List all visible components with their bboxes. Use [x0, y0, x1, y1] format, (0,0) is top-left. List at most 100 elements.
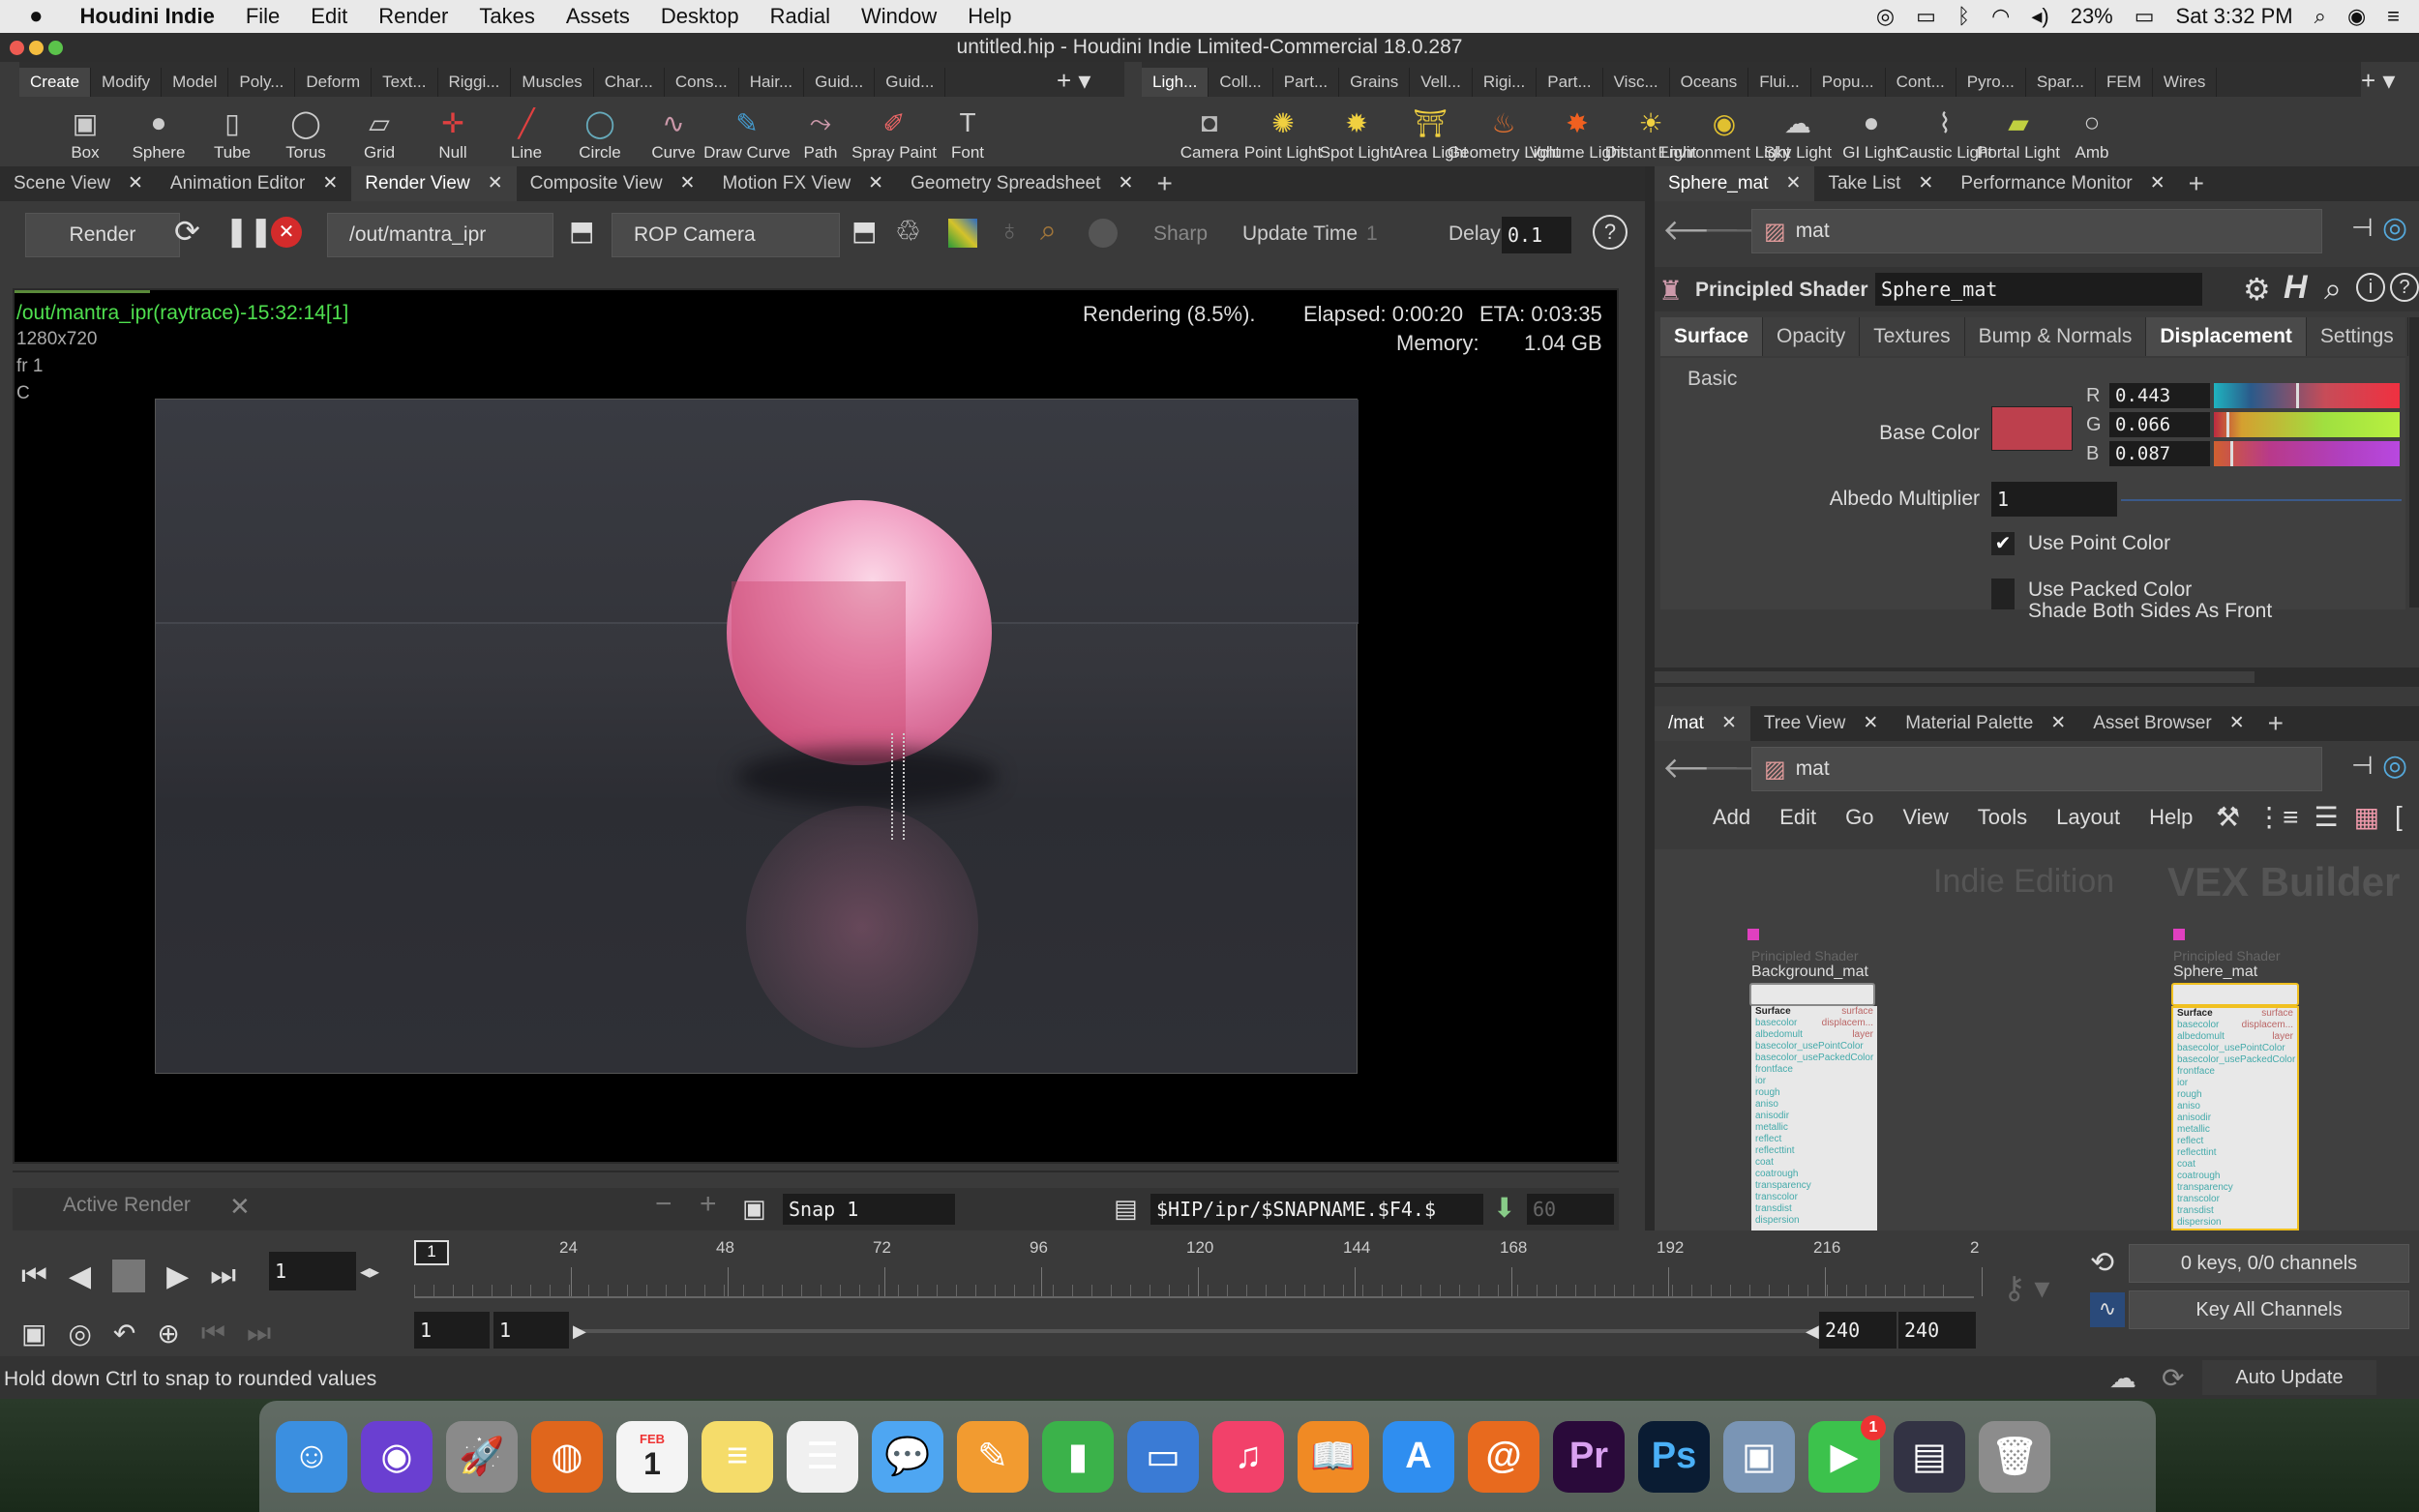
global-anim-icon[interactable]: ⊕	[157, 1318, 179, 1349]
pin-icon[interactable]: ⊣	[2351, 213, 2374, 243]
apple-icon[interactable]: ●	[0, 3, 59, 30]
tool-draw-curve[interactable]: ✎ Draw Curve	[703, 97, 791, 168]
add-tab-icon[interactable]: +	[2179, 168, 2214, 199]
keys-status[interactable]: 0 keys, 0/0 channels	[2129, 1244, 2409, 1283]
stop-icon[interactable]	[112, 1260, 146, 1292]
node-input-port[interactable]: anisodir	[1751, 1111, 1877, 1122]
base-color-swatch[interactable]	[1991, 406, 2073, 451]
network-menu-item[interactable]: Help	[2149, 805, 2193, 830]
pane-tab[interactable]: Scene View ✕	[0, 166, 157, 201]
add-shelf-right-icon[interactable]: + ▾	[2361, 66, 2395, 96]
dock-music-icon[interactable]: ♫	[1212, 1420, 1284, 1493]
pause-icon[interactable]: ❚❚	[224, 215, 273, 249]
albedo-field[interactable]: 1	[1991, 482, 2117, 517]
tool-circle[interactable]: ◯ Circle	[563, 97, 637, 168]
menu-window[interactable]: Window	[846, 4, 952, 29]
control-center-icon[interactable]: ≡	[2387, 4, 2400, 29]
dock-facetime-icon[interactable]: ▶ 1	[1808, 1414, 1886, 1493]
loop-icon[interactable]: ↶	[113, 1318, 135, 1349]
gear-icon[interactable]: ⚙	[2243, 271, 2271, 308]
recycle-icon[interactable]: ♲	[895, 215, 921, 249]
network-menu-item[interactable]: Tools	[1978, 805, 2027, 830]
shelf-tab[interactable]: Part...	[1273, 68, 1340, 97]
node-input-port[interactable]: aniso	[2173, 1101, 2297, 1112]
zoom-in-icon[interactable]: +	[700, 1188, 717, 1221]
wrench-icon[interactable]: ⚒	[2216, 801, 2240, 833]
node-input-port[interactable]: dispersion	[2173, 1217, 2297, 1229]
node-input-port[interactable]: frontface	[1751, 1064, 1877, 1076]
shelf-tab[interactable]: Hair...	[739, 68, 805, 97]
tool-volume-light[interactable]: ✸ Volume Light	[1530, 97, 1625, 168]
shelf-tab[interactable]: Part...	[1537, 68, 1603, 97]
dock-firefox-icon[interactable]: ◍	[531, 1420, 603, 1493]
airplay-icon[interactable]: ▭	[1916, 4, 1936, 29]
dock-photoshop-icon[interactable]: Ps	[1638, 1420, 1710, 1493]
close-tab-icon[interactable]: ✕	[680, 166, 696, 201]
shader-tab[interactable]: Bump & Normals	[1965, 317, 2147, 356]
menu-render[interactable]: Render	[363, 4, 463, 29]
shelf-tab[interactable]: Pyro...	[1956, 68, 2026, 97]
tool-point-light[interactable]: ✺ Point Light	[1244, 97, 1322, 168]
spotlight-icon[interactable]: ⌕	[2314, 4, 2326, 29]
node-input-port[interactable]: dispersion	[1751, 1215, 1877, 1227]
color-correction-icon[interactable]	[948, 219, 977, 248]
shelf-tab[interactable]: Modify	[91, 68, 163, 97]
tool-tube[interactable]: ▯ Tube	[195, 97, 269, 168]
shader-tab[interactable]: Surface	[1660, 317, 1764, 356]
tool-caustic-light[interactable]: ⌇ Caustic Light	[1897, 97, 1992, 168]
frame-count-field[interactable]: 60	[1527, 1194, 1614, 1225]
shelf-tab[interactable]: Text...	[372, 68, 438, 97]
node-output-port[interactable]: surface	[2261, 1008, 2293, 1020]
net-path-selector[interactable]: ▨ mat	[1751, 747, 2322, 791]
node-output-port[interactable]: displacem...	[1822, 1018, 1873, 1029]
g-slider[interactable]	[2214, 412, 2400, 437]
tool-font[interactable]: T Font	[931, 97, 1004, 168]
dock-messages-icon[interactable]: 💬	[872, 1420, 943, 1493]
node-input-port[interactable]: reflect	[2173, 1136, 2297, 1147]
shelf-tab[interactable]: Visc...	[1603, 68, 1670, 97]
dock-screenshot-icon[interactable]: ▤	[1894, 1420, 1965, 1493]
more-icon[interactable]: [	[2395, 801, 2403, 833]
menu-edit[interactable]: Edit	[295, 4, 363, 29]
channel-icon[interactable]: ∿	[2090, 1292, 2125, 1327]
houdini-help-icon[interactable]: H	[2284, 269, 2308, 307]
node-input-port[interactable]: coat	[1751, 1157, 1877, 1169]
tool-null[interactable]: ✛ Null	[416, 97, 490, 168]
zoom-window-button[interactable]	[48, 41, 63, 55]
range-end-handle[interactable]: ◀	[1806, 1321, 1819, 1342]
dock-app-store-icon[interactable]: A	[1383, 1420, 1454, 1493]
app-menu[interactable]: Houdini Indie	[59, 4, 230, 29]
param-hscrollbar[interactable]	[1655, 667, 2419, 687]
node-input-port[interactable]: metallic	[1751, 1122, 1877, 1134]
tool-spot-light[interactable]: ✹ Spot Light	[1320, 97, 1394, 168]
wifi-icon[interactable]: ◠	[1991, 4, 2010, 29]
jump-start-icon[interactable]: ⏮	[21, 1260, 47, 1293]
node-output-port[interactable]: displacem...	[2242, 1020, 2293, 1031]
pane-tab[interactable]: /mat ✕	[1655, 706, 1750, 741]
close-tab-icon[interactable]: ✕	[1119, 166, 1134, 201]
pane-tab[interactable]: Asset Browser ✕	[2079, 706, 2257, 741]
node2-body[interactable]: Surface basecolor albedomult basecolor_useP…	[2171, 1006, 2299, 1230]
clock[interactable]: Sat 3:32 PM	[2176, 4, 2293, 29]
shelf-tab[interactable]: FEM	[2096, 68, 2153, 97]
param-help-icon[interactable]: ?	[2390, 273, 2419, 302]
sharp-toggle[interactable]: Sharp	[1153, 222, 1208, 246]
network-menu-item[interactable]: Edit	[1779, 805, 1816, 830]
tool-line[interactable]: ╱ Line	[490, 97, 563, 168]
pane-tab[interactable]: Render View ✕	[351, 166, 517, 201]
param-scrollbar[interactable]	[2409, 317, 2419, 608]
pane-tab[interactable]: Geometry Spreadsheet ✕	[897, 166, 1147, 201]
pane-tab[interactable]: Performance Monitor ✕	[1947, 166, 2178, 201]
range-end-field[interactable]: 240	[1819, 1312, 1896, 1349]
dock-trash-icon[interactable]: 🗑	[1979, 1420, 2050, 1493]
node-input-port[interactable]: basecolor_usePointColor	[2173, 1043, 2297, 1054]
node-input-port[interactable]: coat	[2173, 1159, 2297, 1171]
shelf-tab[interactable]: Guid...	[875, 68, 946, 97]
net-link-icon[interactable]: ◎	[2382, 749, 2407, 783]
shelf-tab[interactable]: Spar...	[2026, 68, 2097, 97]
node-input-port[interactable]: ior	[1751, 1076, 1877, 1087]
node-input-port[interactable]: coatrough	[1751, 1169, 1877, 1180]
network-path-selector[interactable]: ▨ mat	[1751, 209, 2322, 253]
dock-notes-icon[interactable]: ≡	[702, 1420, 773, 1493]
close-tab-icon[interactable]: ✕	[2050, 706, 2066, 741]
